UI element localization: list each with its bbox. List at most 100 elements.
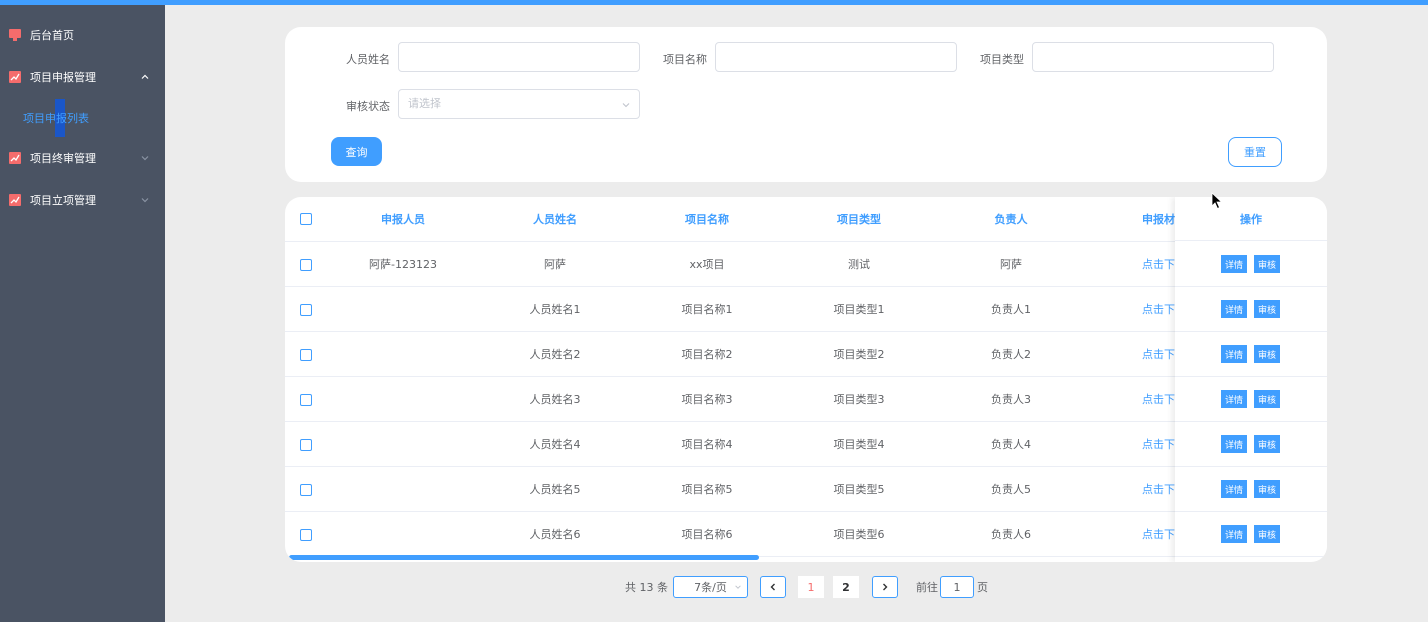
table-row: 人员姓名5 项目名称5 项目类型5 负责人5 点击下 bbox=[285, 467, 1327, 512]
table-row: 人员姓名1 项目名称1 项目类型1 负责人1 点击下 bbox=[285, 287, 1327, 332]
row-checkbox[interactable] bbox=[300, 394, 312, 406]
detail-button[interactable]: 详情 bbox=[1221, 255, 1247, 273]
table-cell: 项目名称2 bbox=[681, 348, 733, 361]
review-button[interactable]: 审核 bbox=[1254, 345, 1280, 363]
detail-button[interactable]: 详情 bbox=[1221, 525, 1247, 543]
operations-cell: 详情 审核 bbox=[1175, 467, 1327, 512]
review-status-select[interactable]: 请选择 bbox=[398, 89, 640, 119]
page-size-select[interactable]: 7条/页 bbox=[673, 576, 748, 598]
goto-suffix: 页 bbox=[977, 581, 988, 594]
table-cell: 项目名称4 bbox=[681, 438, 733, 451]
goto-page-input[interactable]: 1 bbox=[940, 576, 974, 598]
column-header: 项目类型 bbox=[837, 213, 881, 226]
prev-page-button[interactable] bbox=[760, 576, 786, 598]
detail-button[interactable]: 详情 bbox=[1221, 480, 1247, 498]
review-button[interactable]: 审核 bbox=[1254, 390, 1280, 408]
total-count: 共 13 条 bbox=[625, 581, 668, 594]
table-cell: 人员姓名3 bbox=[529, 393, 581, 406]
project-name-label: 项目名称 bbox=[663, 53, 707, 66]
person-name-label: 人员姓名 bbox=[346, 53, 390, 66]
project-type-label: 项目类型 bbox=[980, 53, 1024, 66]
operations-cell: 详情 审核 bbox=[1175, 332, 1327, 377]
chevron-up-icon bbox=[141, 74, 149, 79]
table-cell: 项目类型4 bbox=[833, 438, 885, 451]
chart-icon bbox=[9, 194, 21, 206]
detail-button[interactable]: 详情 bbox=[1221, 435, 1247, 453]
detail-button[interactable]: 详情 bbox=[1221, 345, 1247, 363]
row-checkbox[interactable] bbox=[300, 439, 312, 451]
table-cell: 阿萨 bbox=[1000, 258, 1022, 271]
page-2-button[interactable]: 2 bbox=[833, 576, 859, 598]
table-row: 人员姓名4 项目名称4 项目类型4 负责人4 点击下 bbox=[285, 422, 1327, 467]
select-placeholder: 请选择 bbox=[408, 97, 441, 110]
review-button[interactable]: 审核 bbox=[1254, 525, 1280, 543]
sidebar-item-final-review[interactable]: 项目终审管理 bbox=[0, 144, 165, 172]
table-row: 人员姓名6 项目名称6 项目类型6 负责人6 点击下 bbox=[285, 512, 1327, 557]
table-cell: 负责人1 bbox=[991, 303, 1031, 316]
table-row: 人员姓名2 项目名称2 项目类型2 负责人2 点击下 bbox=[285, 332, 1327, 377]
table-cell: 负责人6 bbox=[991, 528, 1031, 541]
operations-column: 操作 详情 审核 详情 审核 详情 审核 详情 审核 详情 审核 详情 审核 详情 审核 bbox=[1175, 197, 1327, 562]
row-checkbox[interactable] bbox=[300, 259, 312, 271]
mouse-cursor-icon bbox=[1211, 192, 1223, 210]
page-1-button[interactable]: 1 bbox=[798, 576, 824, 598]
detail-button[interactable]: 详情 bbox=[1221, 390, 1247, 408]
sidebar-item-label: 后台首页 bbox=[30, 29, 74, 42]
detail-button[interactable]: 详情 bbox=[1221, 300, 1247, 318]
project-name-input[interactable] bbox=[715, 42, 957, 72]
chevron-left-icon bbox=[770, 583, 775, 591]
review-button[interactable]: 审核 bbox=[1254, 435, 1280, 453]
sidebar-item-label: 项目申报管理 bbox=[30, 71, 96, 84]
table-cell: 阿萨-123123 bbox=[369, 258, 437, 271]
reset-button[interactable]: 重置 bbox=[1228, 137, 1282, 167]
table-cell: 负责人2 bbox=[991, 348, 1031, 361]
sidebar-item-project-approval[interactable]: 项目立项管理 bbox=[0, 186, 165, 214]
table-cell: 人员姓名1 bbox=[529, 303, 581, 316]
row-checkbox[interactable] bbox=[300, 529, 312, 541]
operations-cell: 详情 审核 bbox=[1175, 512, 1327, 557]
table-cell: 项目名称3 bbox=[681, 393, 733, 406]
review-button[interactable]: 审核 bbox=[1254, 255, 1280, 273]
sidebar-subitem-declaration-list[interactable]: 项目申报列表 bbox=[0, 99, 165, 137]
chart-icon bbox=[9, 152, 21, 164]
sidebar-item-home[interactable]: 后台首页 bbox=[0, 21, 165, 49]
chart-icon bbox=[9, 71, 21, 83]
horizontal-scrollbar[interactable] bbox=[289, 555, 759, 560]
table-cell: 项目类型3 bbox=[833, 393, 885, 406]
review-button[interactable]: 审核 bbox=[1254, 480, 1280, 498]
chevron-right-icon bbox=[883, 583, 888, 591]
sidebar: 后台首页 项目申报管理 项目申报列表 项目终审管理 项目立项管理 bbox=[0, 5, 165, 622]
row-checkbox[interactable] bbox=[300, 484, 312, 496]
sidebar-item-label: 项目立项管理 bbox=[30, 194, 96, 207]
column-header: 负责人 bbox=[994, 213, 1028, 226]
table-cell bbox=[333, 467, 473, 511]
operations-cell: 详情 审核 bbox=[1175, 422, 1327, 467]
operations-cell: 详情 审核 bbox=[1175, 287, 1327, 332]
review-button[interactable]: 审核 bbox=[1254, 300, 1280, 318]
table-row: 人员姓名3 项目名称3 项目类型3 负责人3 点击下 bbox=[285, 377, 1327, 422]
column-header: 操作 bbox=[1175, 197, 1327, 241]
select-all-checkbox[interactable] bbox=[300, 213, 312, 225]
review-status-label: 审核状态 bbox=[346, 100, 390, 113]
table-row: 阿萨-123123 阿萨 xx项目 测试 阿萨 点击下 bbox=[285, 242, 1327, 287]
query-button[interactable]: 查询 bbox=[331, 137, 382, 166]
table-cell: 负责人3 bbox=[991, 393, 1031, 406]
column-header: 申报人员 bbox=[381, 213, 425, 226]
data-table: 申报人员 人员姓名 项目名称 项目类型 负责人 申报材 阿萨-123123 阿萨 x… bbox=[285, 197, 1327, 562]
operations-cell: 详情 审核 bbox=[1175, 242, 1327, 287]
next-page-button[interactable] bbox=[872, 576, 898, 598]
chevron-down-icon bbox=[141, 156, 149, 161]
sidebar-subitem-label: 项目申报列表 bbox=[23, 112, 89, 125]
row-checkbox[interactable] bbox=[300, 349, 312, 361]
monitor-icon bbox=[9, 29, 21, 41]
table-header: 申报人员 人员姓名 项目名称 项目类型 负责人 申报材 bbox=[285, 197, 1327, 242]
table-cell: 项目类型1 bbox=[833, 303, 885, 316]
column-header: 项目名称 bbox=[685, 213, 729, 226]
table-cell: 项目名称5 bbox=[681, 483, 733, 496]
sidebar-item-project-declaration[interactable]: 项目申报管理 bbox=[0, 63, 165, 91]
row-checkbox[interactable] bbox=[300, 304, 312, 316]
person-name-input[interactable] bbox=[398, 42, 640, 72]
top-accent-bar bbox=[0, 0, 1428, 5]
table-cell: 测试 bbox=[848, 258, 870, 271]
project-type-input[interactable] bbox=[1032, 42, 1274, 72]
